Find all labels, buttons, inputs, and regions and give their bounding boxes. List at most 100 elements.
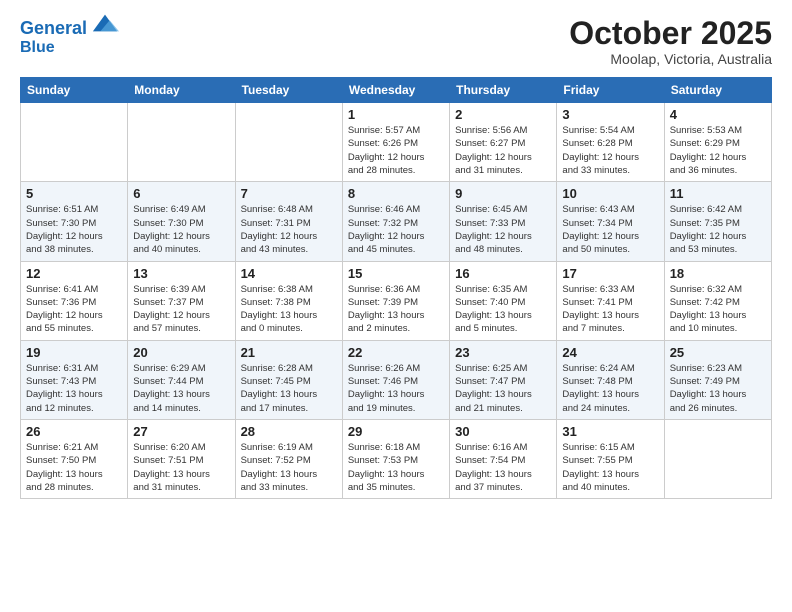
page: General Blue October 2025 Moolap, Victor… [0,0,792,612]
cell-day-number: 13 [133,266,229,281]
calendar-cell: 9 Sunrise: 6:45 AM Sunset: 7:33 PM Daylig… [450,182,557,261]
calendar-cell: 10Sunrise: 6:43 AM Sunset: 7:34 PM Dayli… [557,182,664,261]
cell-info: Sunrise: 6:20 AM Sunset: 7:51 PM Dayligh… [133,441,229,494]
calendar-cell: 29Sunrise: 6:18 AM Sunset: 7:53 PM Dayli… [342,419,449,498]
cell-day-number: 24 [562,345,658,360]
cell-day-number: 22 [348,345,444,360]
cell-info: Sunrise: 6:31 AM Sunset: 7:43 PM Dayligh… [26,362,122,415]
calendar-cell: 8 Sunrise: 6:46 AM Sunset: 7:32 PM Daylig… [342,182,449,261]
cell-day-number: 27 [133,424,229,439]
col-tuesday: Tuesday [235,78,342,103]
cell-info: Sunrise: 6:23 AM Sunset: 7:49 PM Dayligh… [670,362,766,415]
cell-day-number: 26 [26,424,122,439]
calendar-week-1: 1 Sunrise: 5:57 AM Sunset: 6:26 PM Daylig… [21,103,772,182]
cell-day-number: 1 [348,107,444,122]
col-wednesday: Wednesday [342,78,449,103]
calendar-cell: 31Sunrise: 6:15 AM Sunset: 7:55 PM Dayli… [557,419,664,498]
cell-day-number: 12 [26,266,122,281]
calendar-cell: 13 Sunrise: 6:39 AM Sunset: 7:37 PM Dayli… [128,261,235,340]
cell-day-number: 11 [670,186,766,201]
cell-day-number: 8 [348,186,444,201]
cell-day-number: 21 [241,345,337,360]
calendar-cell [235,103,342,182]
logo-text: General [20,16,119,39]
cell-day-number: 14 [241,266,337,281]
cell-info: Sunrise: 6:36 AM Sunset: 7:39 PM Dayligh… [348,283,444,336]
calendar-cell: 1 Sunrise: 5:57 AM Sunset: 6:26 PM Daylig… [342,103,449,182]
cell-info: Sunrise: 6:42 AM Sunset: 7:35 PM Dayligh… [670,203,766,256]
title-block: October 2025 Moolap, Victoria, Australia [569,16,772,67]
calendar-table: Sunday Monday Tuesday Wednesday Thursday… [20,77,772,499]
cell-info: Sunrise: 6:49 AM Sunset: 7:30 PM Dayligh… [133,203,229,256]
cell-day-number: 2 [455,107,551,122]
cell-info: Sunrise: 6:45 AM Sunset: 7:33 PM Dayligh… [455,203,551,256]
col-sunday: Sunday [21,78,128,103]
cell-day-number: 4 [670,107,766,122]
calendar-cell: 23 Sunrise: 6:25 AM Sunset: 7:47 PM Dayli… [450,340,557,419]
cell-day-number: 20 [133,345,229,360]
cell-info: Sunrise: 6:35 AM Sunset: 7:40 PM Dayligh… [455,283,551,336]
calendar-cell: 16 Sunrise: 6:35 AM Sunset: 7:40 PM Dayli… [450,261,557,340]
cell-day-number: 9 [455,186,551,201]
cell-day-number: 15 [348,266,444,281]
col-friday: Friday [557,78,664,103]
cell-info: Sunrise: 6:16 AM Sunset: 7:54 PM Dayligh… [455,441,551,494]
col-thursday: Thursday [450,78,557,103]
calendar-cell: 22Sunrise: 6:26 AM Sunset: 7:46 PM Dayli… [342,340,449,419]
cell-day-number: 5 [26,186,122,201]
cell-info: Sunrise: 6:39 AM Sunset: 7:37 PM Dayligh… [133,283,229,336]
calendar-cell [128,103,235,182]
col-monday: Monday [128,78,235,103]
calendar-cell: 26 Sunrise: 6:21 AM Sunset: 7:50 PM Dayli… [21,419,128,498]
header: General Blue October 2025 Moolap, Victor… [20,16,772,67]
calendar-cell: 19Sunrise: 6:31 AM Sunset: 7:43 PM Dayli… [21,340,128,419]
cell-day-number: 29 [348,424,444,439]
cell-info: Sunrise: 5:56 AM Sunset: 6:27 PM Dayligh… [455,124,551,177]
calendar-cell: 15 Sunrise: 6:36 AM Sunset: 7:39 PM Dayli… [342,261,449,340]
logo-blue: Blue [20,39,119,57]
logo-icon [91,12,119,34]
cell-info: Sunrise: 5:57 AM Sunset: 6:26 PM Dayligh… [348,124,444,177]
calendar-cell: 3 Sunrise: 5:54 AM Sunset: 6:28 PM Daylig… [557,103,664,182]
cell-day-number: 6 [133,186,229,201]
cell-info: Sunrise: 6:24 AM Sunset: 7:48 PM Dayligh… [562,362,658,415]
cell-day-number: 23 [455,345,551,360]
calendar-cell: 17Sunrise: 6:33 AM Sunset: 7:41 PM Dayli… [557,261,664,340]
calendar-cell: 18Sunrise: 6:32 AM Sunset: 7:42 PM Dayli… [664,261,771,340]
cell-day-number: 30 [455,424,551,439]
calendar-cell: 7Sunrise: 6:48 AM Sunset: 7:31 PM Daylig… [235,182,342,261]
calendar-week-5: 26 Sunrise: 6:21 AM Sunset: 7:50 PM Dayli… [21,419,772,498]
cell-info: Sunrise: 5:54 AM Sunset: 6:28 PM Dayligh… [562,124,658,177]
cell-day-number: 31 [562,424,658,439]
calendar-cell: 21 Sunrise: 6:28 AM Sunset: 7:45 PM Dayli… [235,340,342,419]
calendar-cell: 27 Sunrise: 6:20 AM Sunset: 7:51 PM Dayli… [128,419,235,498]
cell-info: Sunrise: 6:28 AM Sunset: 7:45 PM Dayligh… [241,362,337,415]
calendar-cell: 20 Sunrise: 6:29 AM Sunset: 7:44 PM Dayli… [128,340,235,419]
calendar-week-2: 5 Sunrise: 6:51 AM Sunset: 7:30 PM Daylig… [21,182,772,261]
calendar-week-4: 19Sunrise: 6:31 AM Sunset: 7:43 PM Dayli… [21,340,772,419]
cell-day-number: 28 [241,424,337,439]
calendar-cell [664,419,771,498]
cell-info: Sunrise: 6:46 AM Sunset: 7:32 PM Dayligh… [348,203,444,256]
calendar-week-3: 12Sunrise: 6:41 AM Sunset: 7:36 PM Dayli… [21,261,772,340]
calendar-cell: 30 Sunrise: 6:16 AM Sunset: 7:54 PM Dayli… [450,419,557,498]
calendar-cell: 25Sunrise: 6:23 AM Sunset: 7:49 PM Dayli… [664,340,771,419]
cell-info: Sunrise: 6:38 AM Sunset: 7:38 PM Dayligh… [241,283,337,336]
calendar-cell: 12Sunrise: 6:41 AM Sunset: 7:36 PM Dayli… [21,261,128,340]
cell-info: Sunrise: 6:29 AM Sunset: 7:44 PM Dayligh… [133,362,229,415]
cell-info: Sunrise: 5:53 AM Sunset: 6:29 PM Dayligh… [670,124,766,177]
calendar-cell: 6 Sunrise: 6:49 AM Sunset: 7:30 PM Daylig… [128,182,235,261]
cell-day-number: 16 [455,266,551,281]
logo-general: General [20,18,87,38]
cell-info: Sunrise: 6:21 AM Sunset: 7:50 PM Dayligh… [26,441,122,494]
logo: General Blue [20,16,119,56]
cell-info: Sunrise: 6:51 AM Sunset: 7:30 PM Dayligh… [26,203,122,256]
calendar-cell: 5 Sunrise: 6:51 AM Sunset: 7:30 PM Daylig… [21,182,128,261]
col-saturday: Saturday [664,78,771,103]
cell-info: Sunrise: 6:32 AM Sunset: 7:42 PM Dayligh… [670,283,766,336]
cell-day-number: 3 [562,107,658,122]
cell-info: Sunrise: 6:25 AM Sunset: 7:47 PM Dayligh… [455,362,551,415]
cell-day-number: 7 [241,186,337,201]
month-title: October 2025 [569,16,772,51]
cell-day-number: 17 [562,266,658,281]
